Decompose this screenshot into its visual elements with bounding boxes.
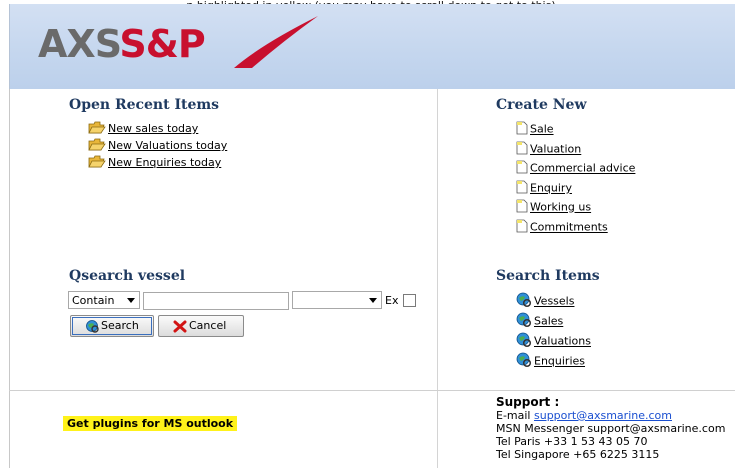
close-icon: [173, 320, 187, 333]
support-email-link[interactable]: support@axsmarine.com: [534, 409, 672, 422]
search-sales-link[interactable]: Sales: [516, 312, 563, 331]
open-recent-title: Open Recent Items: [69, 97, 220, 113]
chevron-down-icon: [369, 298, 377, 303]
recent-item-new-enquiries[interactable]: New Enquiries today: [88, 155, 221, 171]
search-vessels-link[interactable]: Vessels: [516, 292, 574, 311]
new-document-icon: [516, 141, 528, 158]
create-item-label: Commitments: [530, 220, 608, 234]
qsearch-mode-value: Contain: [72, 294, 115, 307]
support-title: Support :: [496, 395, 560, 409]
support-email-label: E-mail: [496, 409, 531, 422]
support-tel-paris: Tel Paris +33 1 53 43 05 70: [496, 435, 648, 448]
ex-label: Ex: [385, 294, 399, 307]
recent-item-label: New Enquiries today: [108, 156, 222, 169]
recent-item-new-valuations[interactable]: New Valuations today: [88, 138, 227, 154]
new-document-icon: [516, 160, 528, 177]
search-button-label: Search: [101, 319, 139, 332]
qsearch-field-select[interactable]: [292, 291, 382, 309]
create-item-label: Sale: [530, 122, 554, 136]
new-document-icon: [516, 180, 528, 197]
create-item-label: Valuation: [530, 142, 582, 156]
support-tel-singapore: Tel Singapore +65 6225 3115: [496, 448, 660, 461]
qsearch-text-input[interactable]: [143, 292, 289, 310]
new-document-icon: [516, 219, 528, 236]
support-email-row: E-mail support@axsmarine.com: [496, 409, 725, 422]
support-messenger: MSN Messenger support@axsmarine.com: [496, 422, 726, 435]
column-divider: [437, 89, 438, 468]
search-globe-icon: [516, 292, 532, 311]
search-item-label: Sales: [534, 314, 564, 328]
create-sale-link[interactable]: Sale: [516, 121, 554, 138]
recent-item-label: New sales today: [108, 122, 199, 135]
logo-text-sp: S&P: [119, 22, 205, 66]
search-item-label: Vessels: [534, 294, 575, 308]
search-globe-icon: [516, 312, 532, 331]
qsearch-mode-select[interactable]: Contain: [68, 291, 140, 309]
create-new-title: Create New: [496, 97, 587, 113]
search-globe-icon: [516, 332, 532, 351]
axs-logo: AXSS&P: [38, 22, 206, 66]
open-folder-icon: [88, 138, 106, 154]
new-document-icon: [516, 199, 528, 216]
search-globe-icon: [516, 352, 532, 371]
create-working-us-link[interactable]: Working us: [516, 199, 591, 216]
bottom-divider: [9, 390, 735, 391]
search-button[interactable]: Search: [70, 315, 154, 337]
create-item-label: Working us: [530, 200, 592, 214]
open-folder-icon: [88, 155, 106, 171]
search-globe-icon: [86, 320, 99, 333]
create-enquiry-link[interactable]: Enquiry: [516, 180, 572, 197]
create-commercial-advice-link[interactable]: Commercial advice: [516, 160, 635, 177]
recent-item-new-sales[interactable]: New sales today: [88, 121, 198, 137]
create-item-label: Enquiry: [530, 181, 572, 195]
header-banner: AXSS&P: [9, 4, 735, 89]
ex-checkbox[interactable]: [403, 294, 416, 307]
support-block: Support : E-mail support@axsmarine.com M…: [496, 395, 726, 462]
search-enquiries-link[interactable]: Enquiries: [516, 352, 585, 371]
open-folder-icon: [88, 121, 106, 137]
recent-item-label: New Valuations today: [108, 139, 228, 152]
new-document-icon: [516, 121, 528, 138]
logo-text-axs: AXS: [38, 22, 120, 66]
create-item-label: Commercial advice: [530, 161, 636, 175]
left-rule: [9, 89, 10, 468]
create-valuation-link[interactable]: Valuation: [516, 141, 581, 158]
logo-swoosh-icon: [234, 16, 318, 68]
create-commitments-link[interactable]: Commitments: [516, 219, 608, 236]
cancel-button[interactable]: Cancel: [158, 315, 244, 337]
qsearch-title: Qsearch vessel: [69, 268, 186, 284]
get-plugins-link[interactable]: Get plugins for MS outlook: [63, 416, 238, 431]
search-item-label: Enquiries: [534, 354, 586, 368]
chevron-down-icon: [127, 298, 135, 303]
cancel-button-label: Cancel: [189, 319, 227, 332]
search-items-title: Search Items: [496, 268, 600, 284]
search-item-label: Valuations: [534, 334, 591, 348]
search-valuations-link[interactable]: Valuations: [516, 332, 591, 351]
